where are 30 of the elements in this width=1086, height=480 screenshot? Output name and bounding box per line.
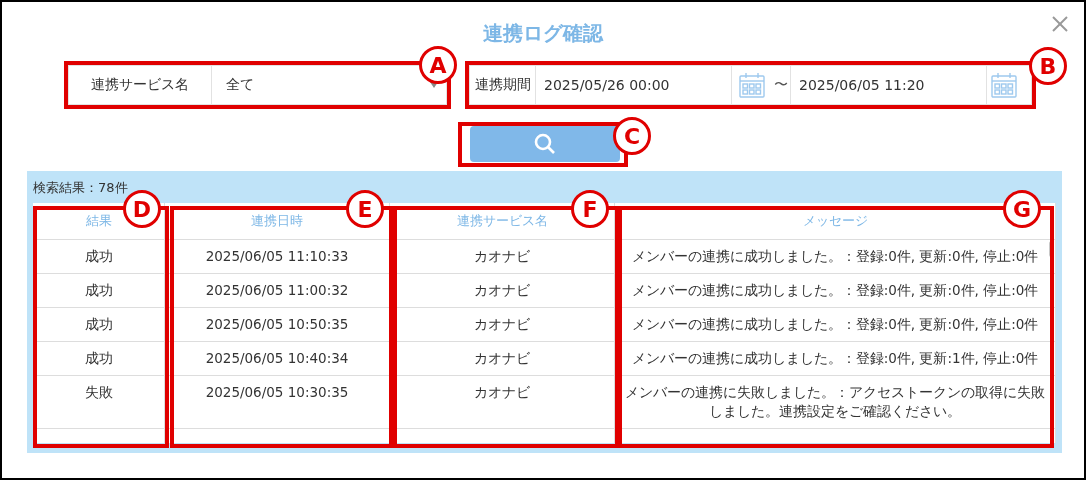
table-cell: 成功 <box>33 308 165 341</box>
table-cell: カオナビ <box>390 342 615 375</box>
table-cell: 2025/06/05 11:10:33 <box>165 240 390 273</box>
dialog-title: 連携ログ確認 <box>483 20 603 47</box>
table-cell: 成功 <box>33 274 165 307</box>
table-cell: カオナビ <box>390 308 615 341</box>
table-cell: 2025/06/05 10:30:35 <box>165 376 390 428</box>
date-range-field[interactable]: 連携期間 2025/05/26 00:00 〜 2025/06/05 11:20 <box>469 65 1032 105</box>
table-cell: メンバーの連携に成功しました。：登録:0件, 更新:0件, 停止:0件 <box>615 308 1056 341</box>
table-cell: カオナビ <box>390 240 615 273</box>
table-cell: 失敗 <box>33 376 165 428</box>
table-cell: カオナビ <box>390 274 615 307</box>
select-value: 全て <box>226 76 254 94</box>
table-cell: 2025/06/05 11:00:32 <box>165 274 390 307</box>
table-cell: 成功 <box>33 240 165 273</box>
field-label: 連携サービス名 <box>69 66 212 104</box>
calendar-icon <box>738 71 766 99</box>
table-cell: メンバーの連携に失敗しました。：アクセストークンの取得に失敗しました。連携設定をご確認ください。 <box>615 376 1056 428</box>
callout-label: C <box>613 117 651 155</box>
calendar-icon <box>990 71 1018 99</box>
table-cell: カオナビ <box>390 376 615 428</box>
table-cell: メンバーの連携に成功しました。：登録:0件, 更新:1件, 停止:0件 <box>615 342 1056 375</box>
callout-label: A <box>419 46 457 84</box>
table-cell: 2025/06/05 10:50:35 <box>165 308 390 341</box>
table-cell: 成功 <box>33 342 165 375</box>
table-cell: メンバーの連携に成功しました。：登録:0件, 更新:0件, 停止:0件 <box>615 274 1056 307</box>
search-button[interactable] <box>470 126 620 162</box>
search-icon <box>534 133 556 155</box>
table-cell: 2025/06/05 10:40:34 <box>165 342 390 375</box>
callout-label: B <box>1029 47 1067 85</box>
